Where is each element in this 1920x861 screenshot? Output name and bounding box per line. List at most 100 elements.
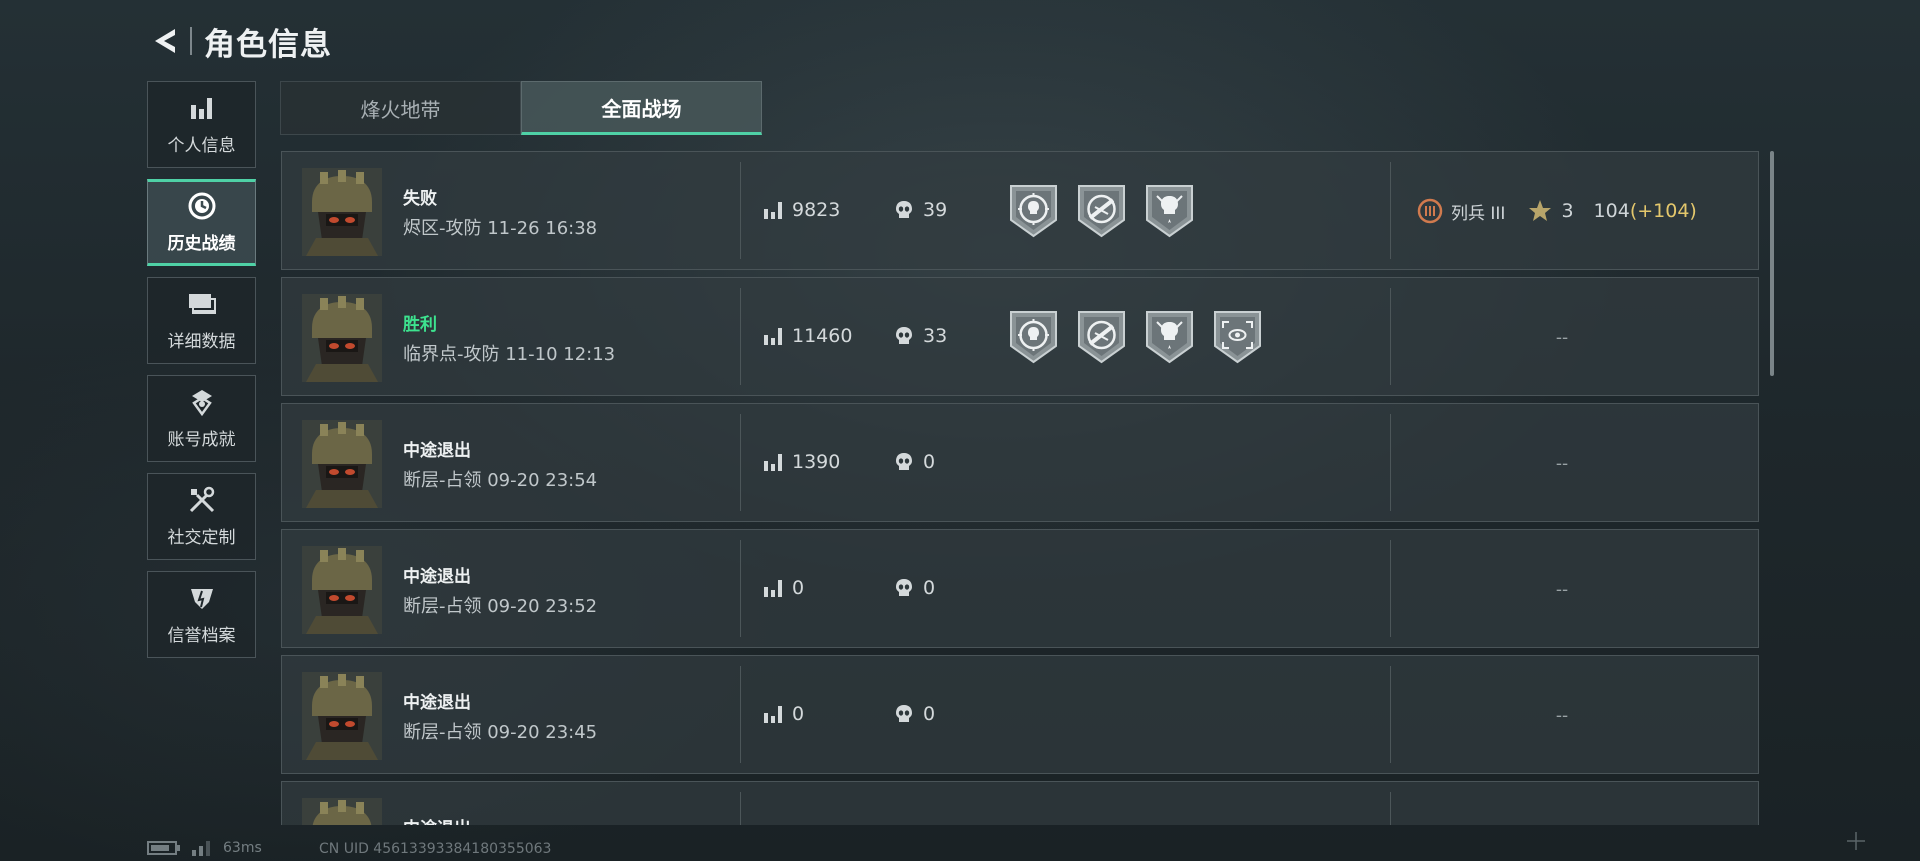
sidebar-item-detailed-data[interactable]: 详细数据: [147, 277, 256, 364]
skull-icon: [893, 199, 915, 221]
player-avatar: [302, 546, 382, 634]
score-stat: 9823: [762, 199, 840, 221]
match-row[interactable]: 失败 烬区-攻防 11-26 16:38 9823 39 列兵 III 3 104(+104…: [281, 151, 1759, 270]
user-uid: CN UID 456133933841803550​63: [319, 841, 552, 857]
column-divider: [1390, 288, 1391, 385]
sidebar-item-credit[interactable]: 信誉档案: [147, 571, 256, 658]
crosshair-icon: [1847, 832, 1865, 850]
score-stat: 0: [762, 703, 804, 725]
match-map-time: 烬区-攻防 11-26 16:38: [403, 218, 598, 239]
column-divider: [740, 540, 741, 637]
ping-value: 63ms: [223, 840, 262, 856]
score-value: 0: [792, 577, 805, 599]
column-divider: [1390, 162, 1391, 259]
skull-icon: [893, 325, 915, 347]
kills-stat: 39: [893, 199, 947, 221]
credit-shield-icon: [187, 583, 217, 613]
tab-fenghuo-zone[interactable]: 烽火地带: [280, 81, 521, 135]
sidebar-item-label: 历史战绩: [167, 234, 236, 254]
rank-score-value: 104: [1593, 200, 1630, 222]
match-row[interactable]: 中途退出: [281, 781, 1759, 825]
match-history-list: 失败 烬区-攻防 11-26 16:38 9823 39 列兵 III 3 104(+104…: [281, 151, 1759, 825]
page-title: 角色信息: [204, 26, 332, 63]
score-stat: 0: [762, 577, 804, 599]
match-row[interactable]: 中途退出 断层-占领 09-20 23:52 0 0 --: [281, 529, 1759, 648]
player-avatar: [302, 798, 382, 825]
mode-tabs: 烽火地带 全面战场: [280, 81, 762, 135]
tab-full-battlefield[interactable]: 全面战场: [521, 81, 762, 135]
rank-points: 104(+104): [1594, 200, 1697, 222]
achievement-icon: [187, 387, 217, 417]
tools-icon: [187, 485, 217, 515]
player-avatar: [302, 294, 382, 382]
match-result: 胜利: [403, 315, 437, 335]
rank-empty: --: [1555, 328, 1569, 348]
skull-icon: [893, 577, 915, 599]
sidebar-item-achievements[interactable]: 账号成就: [147, 375, 256, 462]
column-divider: [740, 666, 741, 763]
kills-value: 0: [923, 577, 936, 599]
scrollbar[interactable]: [1770, 151, 1774, 376]
data-cards-icon: [187, 289, 217, 319]
eye-scope-badge[interactable]: [1211, 308, 1264, 366]
star-icon: [1529, 200, 1552, 221]
column-divider: [1390, 540, 1391, 637]
score-bars-icon: [762, 451, 784, 473]
sidebar-item-personal-info[interactable]: 个人信息: [147, 81, 256, 168]
kills-stat: 33: [893, 325, 947, 347]
sidebar-item-history[interactable]: 历史战绩: [147, 179, 256, 266]
medal-badges: [1007, 182, 1196, 240]
column-divider: [740, 288, 741, 385]
match-map-time: 断层-占领 09-20 23:52: [403, 596, 598, 617]
player-avatar: [302, 168, 382, 256]
kills-stat: 0: [893, 451, 935, 473]
page-header: 角色信息: [148, 18, 332, 64]
player-avatar: [302, 672, 382, 760]
match-result: 中途退出: [403, 814, 471, 825]
column-divider: [740, 792, 741, 825]
score-value: 1390: [792, 451, 841, 473]
score-bars-icon: [762, 703, 784, 725]
column-divider: [740, 162, 741, 259]
kills-value: 33: [923, 325, 948, 347]
rank-empty: --: [1555, 454, 1569, 474]
rank-score-delta: (+104): [1629, 200, 1697, 222]
score-stat: 11460: [762, 325, 852, 347]
back-arrow-icon[interactable]: [148, 24, 182, 58]
score-value: 0: [792, 703, 805, 725]
sidebar-item-label: 社交定制: [167, 528, 236, 548]
skull-rank-badge[interactable]: [1143, 182, 1196, 240]
match-row[interactable]: 中途退出断层-占领 09-20 23:54 1390 0 --: [281, 403, 1759, 522]
score-bars-icon: [762, 577, 784, 599]
sidebar-item-label: 详细数据: [167, 332, 236, 352]
sidebar-item-social[interactable]: 社交定制: [147, 473, 256, 560]
rank-name: 列兵 III: [1451, 203, 1506, 224]
skull-rank-badge[interactable]: [1143, 308, 1196, 366]
column-divider: [740, 414, 741, 511]
match-row[interactable]: 中途退出 断层-占领 09-20 23:45 0 0 --: [281, 655, 1759, 774]
clock-icon: [187, 191, 217, 221]
skull-target-badge[interactable]: [1007, 308, 1060, 366]
match-map-time: 断层-占领 09-20 23:54: [403, 470, 598, 491]
score-stat: 1390: [762, 451, 840, 473]
match-row[interactable]: 胜利临界点-攻防 11-10 12:13 11460 33 --: [281, 277, 1759, 396]
match-map-time: 临界点-攻防 11-10 12:13: [403, 344, 616, 365]
skull-icon: [893, 703, 915, 725]
sidebar-item-label: 个人信息: [167, 136, 236, 156]
rank-emblem-icon: [1417, 198, 1443, 224]
score-bars-icon: [762, 325, 784, 347]
battery-icon: [147, 841, 180, 855]
status-bar: 63ms: [147, 840, 262, 856]
match-result: 失败: [403, 189, 437, 209]
skull-target-badge[interactable]: [1007, 182, 1060, 240]
rifle-target-badge[interactable]: [1075, 182, 1128, 240]
sidebar-nav: 个人信息 历史战绩 详细数据 账号成就 社交定制 信誉档案: [147, 81, 256, 658]
rank-empty: --: [1555, 706, 1569, 726]
medal-badges: [1007, 308, 1264, 366]
match-result: 中途退出: [403, 441, 471, 461]
column-divider: [1390, 666, 1391, 763]
rifle-target-badge[interactable]: [1075, 308, 1128, 366]
rank-empty: --: [1555, 580, 1569, 600]
kills-stat: 0: [893, 577, 935, 599]
kills-value: 0: [923, 703, 936, 725]
